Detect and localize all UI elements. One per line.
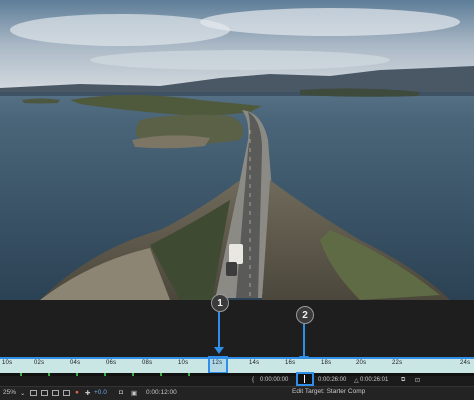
marker-line (304, 375, 305, 383)
duration-display[interactable]: 0:00:26:01 (360, 377, 388, 383)
time-controls: { 0:00:00:00 0:00:26:00 △ 0:00:26:01 ⧉ ⊡ (0, 376, 474, 386)
out-point-marker[interactable] (296, 372, 314, 386)
composition-viewer[interactable] (0, 0, 474, 300)
tick-label: 10s (178, 360, 189, 366)
viewer-timecode[interactable]: 0:00:12:00 (146, 389, 177, 396)
callout-badge-2: 2 (296, 306, 314, 324)
tick-label: 10s (2, 360, 13, 366)
chevron-down-icon[interactable]: ⌄ (20, 389, 25, 397)
tick-label: 14s (249, 360, 260, 366)
snapshot-icon[interactable]: ⊡ (415, 377, 420, 384)
current-time-display[interactable]: 0:00:26:00 (318, 377, 346, 383)
in-point-bracket[interactable]: { (252, 377, 254, 383)
exposure-value[interactable]: +0.0 (94, 389, 107, 396)
time-ruler[interactable]: 10s 02s 04s 06s 08s 10s 12s 14s 16s 18s … (0, 359, 474, 373)
mask-icon[interactable] (52, 390, 59, 396)
tick-label: 02s (34, 360, 45, 366)
transparency-grid-icon[interactable] (63, 390, 70, 396)
fit-view-icon[interactable] (30, 390, 37, 396)
viewer-status-bar: 25% ⌄ ● ✚ +0.0 ◘ ▣ 0:00:12:00 Edit Targe… (0, 386, 474, 400)
panel-background (0, 300, 474, 359)
tick-label: 16s (285, 360, 296, 366)
color-channels-icon[interactable]: ● (75, 389, 79, 396)
tick-label: 18s (321, 360, 332, 366)
tick-label: 06s (106, 360, 117, 366)
triangle-icon: △ (354, 378, 359, 384)
callout-number: 2 (302, 309, 308, 321)
show-snapshot-icon[interactable]: ▣ (131, 389, 137, 397)
tick-label: 20s (356, 360, 367, 366)
zoom-dropdown[interactable]: 25% (3, 389, 16, 396)
callout-arrowhead-1 (214, 347, 224, 354)
current-time-indicator[interactable] (208, 356, 228, 374)
tick-label: 24s (460, 360, 471, 366)
grid-icon[interactable] (41, 390, 48, 396)
region-of-interest-icon[interactable]: ⧉ (401, 377, 405, 384)
camera-icon[interactable]: ◘ (119, 389, 123, 396)
tick-label: 22s (392, 360, 403, 366)
tick-label: 08s (142, 360, 153, 366)
callout-arrow-2 (303, 324, 305, 357)
in-time-display[interactable]: 0:00:00:00 (260, 377, 288, 383)
exposure-icon[interactable]: ✚ (85, 389, 90, 397)
edit-target-label: Edit Target: Starter Comp (292, 388, 366, 395)
callout-arrow-1 (218, 312, 220, 348)
video-frame (0, 0, 474, 300)
callout-badge-1: 1 (211, 294, 229, 312)
tick-label: 04s (70, 360, 81, 366)
callout-number: 1 (217, 297, 223, 309)
